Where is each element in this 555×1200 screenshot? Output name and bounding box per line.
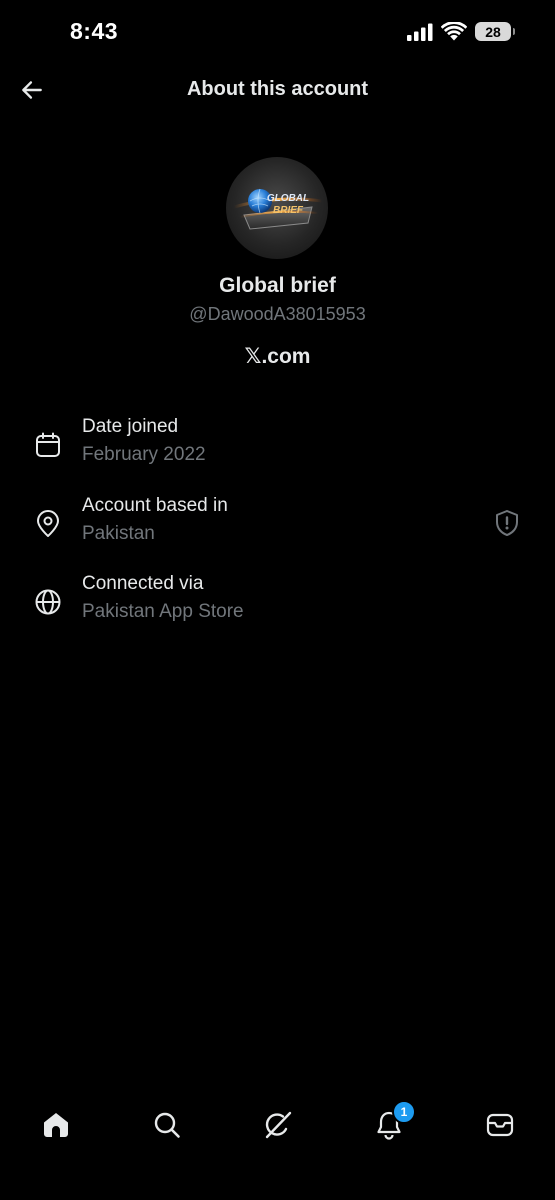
info-row-date-joined: Date joined February 2022 <box>0 416 555 476</box>
info-row-connected-via: Connected via Pakistan App Store <box>0 573 555 633</box>
notifications-badge: 1 <box>392 1100 416 1124</box>
account-based-in-label: Account based in <box>82 495 228 516</box>
avatar-text-line2: BRIEF <box>273 205 304 216</box>
date-joined-label: Date joined <box>82 416 179 437</box>
domain-suffix: .com <box>261 345 311 368</box>
status-icons: 28 <box>407 22 515 41</box>
account-handle: @DawoodA38015953 <box>189 304 366 324</box>
global-brief-logo: GLOBAL BRIEF <box>233 188 323 230</box>
cellular-signal-icon <box>407 23 433 41</box>
nav-notifications[interactable]: 1 <box>372 1100 416 1142</box>
grok-icon <box>265 1111 292 1139</box>
x-com-domain: 𝕏.com <box>0 344 555 369</box>
account-based-in-value: Pakistan <box>82 523 155 544</box>
battery-icon: 28 <box>475 22 515 41</box>
search-icon <box>154 1112 180 1138</box>
nav-search[interactable] <box>150 1108 184 1142</box>
header: About this account <box>0 64 555 116</box>
nav-messages[interactable] <box>483 1108 517 1142</box>
home-icon <box>44 1113 68 1137</box>
status-bar: 8:43 28 <box>0 0 555 64</box>
wifi-icon <box>441 22 467 41</box>
messages-icon <box>486 1113 514 1137</box>
globe-icon <box>35 589 61 615</box>
page-title: About this account <box>186 78 369 100</box>
avatar-text-line1: GLOBAL <box>267 193 309 204</box>
nav-grok[interactable] <box>261 1108 295 1142</box>
connected-via-label: Connected via <box>82 573 204 594</box>
connected-via-value: Pakistan App Store <box>82 601 244 622</box>
shield-alert-icon[interactable] <box>494 509 520 537</box>
bottom-nav: 1 <box>0 1096 555 1156</box>
nav-home[interactable] <box>39 1108 73 1142</box>
avatar[interactable]: GLOBAL BRIEF <box>226 157 328 259</box>
location-pin-icon <box>37 510 59 537</box>
info-row-account-based-in: Account based in Pakistan <box>0 495 555 555</box>
battery-level: 28 <box>485 23 501 40</box>
display-name: Global brief <box>219 274 336 297</box>
calendar-icon <box>36 432 60 457</box>
date-joined-value: February 2022 <box>82 444 206 465</box>
x-logo-icon: 𝕏 <box>244 344 262 368</box>
status-time: 8:43 <box>70 18 119 44</box>
